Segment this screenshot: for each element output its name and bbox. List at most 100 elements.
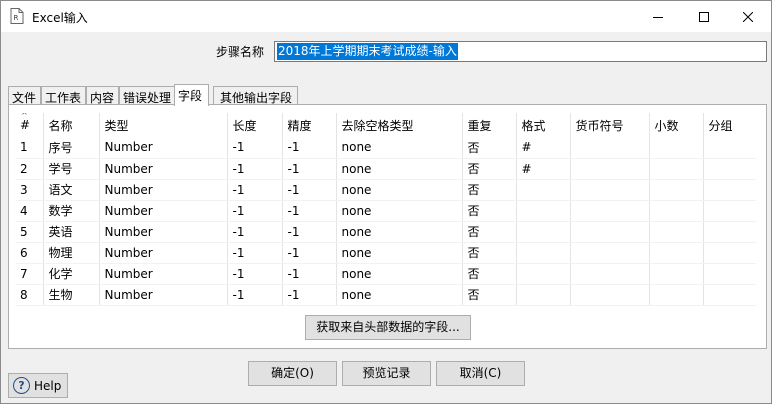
cell-trim-type[interactable]: none	[336, 158, 463, 180]
cell-type[interactable]: Number	[99, 158, 228, 180]
cell-repeat[interactable]: 否	[462, 221, 517, 243]
cell-group[interactable]	[703, 221, 756, 243]
column-header-type[interactable]: 类型	[99, 113, 228, 137]
cell-length[interactable]: -1	[227, 179, 283, 201]
cell-type[interactable]: Number	[99, 221, 228, 243]
cell-repeat[interactable]: 否	[462, 284, 517, 306]
cell-group[interactable]	[703, 200, 756, 222]
cell-decimal[interactable]	[649, 158, 704, 180]
cell-format[interactable]	[516, 200, 571, 222]
cell-precision[interactable]: -1	[282, 158, 337, 180]
help-button[interactable]: ? Help	[8, 373, 68, 398]
tab-file[interactable]: 文件	[8, 86, 41, 105]
cell-decimal[interactable]	[649, 179, 704, 201]
table-row[interactable]: 5 英语 Number -1 -1 none 否	[16, 221, 756, 243]
column-header-format[interactable]: 格式	[516, 113, 571, 137]
cell-repeat[interactable]: 否	[462, 263, 517, 285]
column-header-name[interactable]: 名称	[43, 113, 100, 137]
cancel-button[interactable]: 取消(C)	[436, 361, 525, 386]
cell-format[interactable]: #	[516, 158, 571, 180]
cell-trim-type[interactable]: none	[336, 179, 463, 201]
cell-repeat[interactable]: 否	[462, 200, 517, 222]
cell-precision[interactable]: -1	[282, 179, 337, 201]
cell-group[interactable]	[703, 284, 756, 306]
tab-other-output-fields[interactable]: 其他输出字段	[213, 86, 298, 105]
cell-name[interactable]: 英语	[43, 221, 100, 243]
maximize-button[interactable]	[681, 1, 727, 32]
cell-length[interactable]: -1	[227, 284, 283, 306]
cell-decimal[interactable]	[649, 284, 704, 306]
cell-group[interactable]	[703, 137, 756, 159]
cell-name[interactable]: 学号	[43, 158, 100, 180]
close-button[interactable]	[725, 1, 771, 32]
cell-format[interactable]: #	[516, 137, 571, 159]
minimize-button[interactable]	[635, 1, 681, 32]
cell-currency[interactable]	[570, 284, 650, 306]
table-row[interactable]: 6 物理 Number -1 -1 none 否	[16, 242, 756, 264]
cell-precision[interactable]: -1	[282, 284, 337, 306]
cell-trim-type[interactable]: none	[336, 263, 463, 285]
cell-trim-type[interactable]: none	[336, 221, 463, 243]
table-row[interactable]: 3 语文 Number -1 -1 none 否	[16, 179, 756, 201]
fields-grid[interactable]: ^# 名称 类型 长度 精度 去除空格类型 重复 格式 货币符号 小数 分组	[16, 113, 756, 313]
cell-length[interactable]: -1	[227, 242, 283, 264]
cell-type[interactable]: Number	[99, 179, 228, 201]
cell-length[interactable]: -1	[227, 200, 283, 222]
cell-currency[interactable]	[570, 263, 650, 285]
column-header-group[interactable]: 分组	[703, 113, 756, 137]
preview-records-button[interactable]: 预览记录	[342, 361, 431, 386]
cell-decimal[interactable]	[649, 263, 704, 285]
cell-precision[interactable]: -1	[282, 137, 337, 159]
cell-length[interactable]: -1	[227, 221, 283, 243]
cell-precision[interactable]: -1	[282, 200, 337, 222]
ok-button[interactable]: 确定(O)	[248, 361, 337, 386]
cell-type[interactable]: Number	[99, 200, 228, 222]
column-header-length[interactable]: 长度	[227, 113, 283, 137]
cell-length[interactable]: -1	[227, 263, 283, 285]
step-name-input[interactable]: 2018年上学期期末考试成绩-输入	[274, 41, 767, 62]
cell-name[interactable]: 序号	[43, 137, 100, 159]
tab-error-handling[interactable]: 错误处理	[119, 86, 176, 105]
cell-trim-type[interactable]: none	[336, 200, 463, 222]
column-header-trim-type[interactable]: 去除空格类型	[336, 113, 463, 137]
cell-repeat[interactable]: 否	[462, 242, 517, 264]
column-header-repeat[interactable]: 重复	[462, 113, 517, 137]
cell-group[interactable]	[703, 263, 756, 285]
cell-currency[interactable]	[570, 158, 650, 180]
cell-group[interactable]	[703, 158, 756, 180]
table-row[interactable]: 4 数学 Number -1 -1 none 否	[16, 200, 756, 222]
cell-name[interactable]: 语文	[43, 179, 100, 201]
cell-type[interactable]: Number	[99, 242, 228, 264]
cell-format[interactable]	[516, 221, 571, 243]
column-header-decimal[interactable]: 小数	[649, 113, 704, 137]
cell-name[interactable]: 化学	[43, 263, 100, 285]
get-fields-from-header-button[interactable]: 获取来自头部数据的字段...	[305, 315, 471, 340]
cell-format[interactable]	[516, 242, 571, 264]
column-header-currency[interactable]: 货币符号	[570, 113, 650, 137]
cell-type[interactable]: Number	[99, 263, 228, 285]
cell-name[interactable]: 数学	[43, 200, 100, 222]
cell-name[interactable]: 物理	[43, 242, 100, 264]
cell-decimal[interactable]	[649, 242, 704, 264]
tab-fields[interactable]: 字段	[174, 84, 209, 106]
cell-decimal[interactable]	[649, 221, 704, 243]
cell-format[interactable]	[516, 263, 571, 285]
cell-trim-type[interactable]: none	[336, 284, 463, 306]
cell-currency[interactable]	[570, 179, 650, 201]
cell-trim-type[interactable]: none	[336, 137, 463, 159]
cell-length[interactable]: -1	[227, 137, 283, 159]
cell-group[interactable]	[703, 242, 756, 264]
cell-currency[interactable]	[570, 221, 650, 243]
cell-type[interactable]: Number	[99, 284, 228, 306]
title-bar[interactable]: R Excel输入	[1, 1, 771, 32]
cell-trim-type[interactable]: none	[336, 242, 463, 264]
cell-repeat[interactable]: 否	[462, 179, 517, 201]
cell-name[interactable]: 生物	[43, 284, 100, 306]
tab-sheet[interactable]: 工作表	[41, 86, 86, 105]
cell-precision[interactable]: -1	[282, 221, 337, 243]
cell-currency[interactable]	[570, 200, 650, 222]
cell-type[interactable]: Number	[99, 137, 228, 159]
column-header-index[interactable]: ^ #	[16, 113, 44, 137]
cell-decimal[interactable]	[649, 200, 704, 222]
tab-content[interactable]: 内容	[86, 86, 119, 105]
